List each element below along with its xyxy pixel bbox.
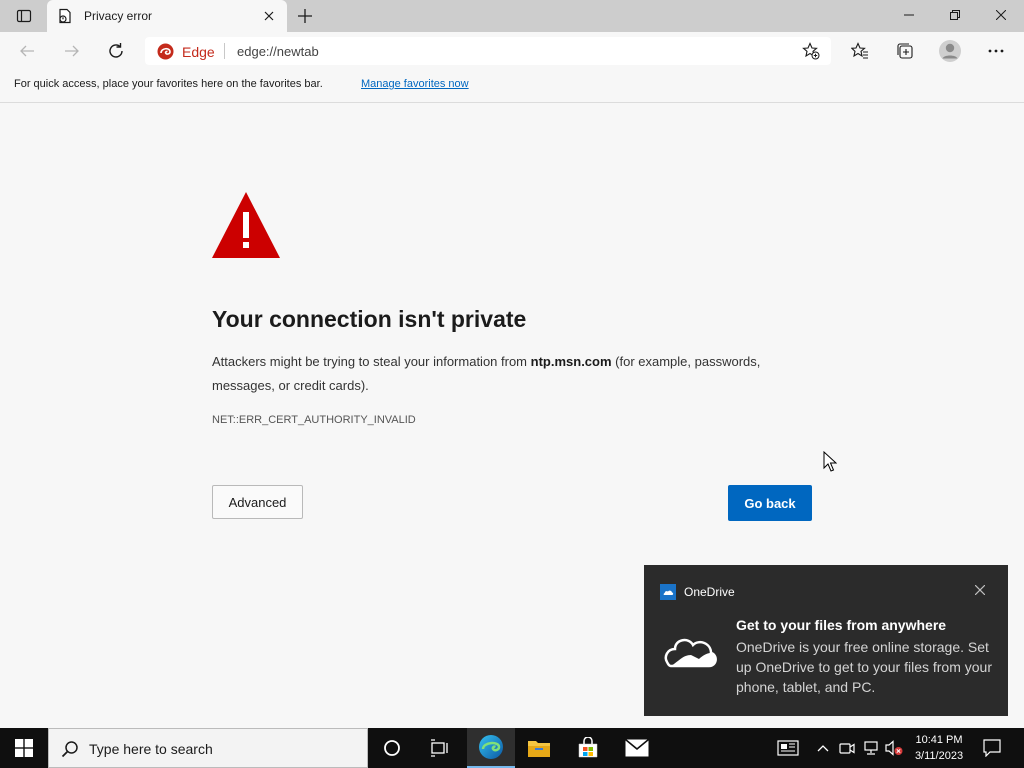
taskbar-microsoft-store[interactable] — [564, 728, 612, 768]
address-separator — [224, 43, 225, 59]
forward-button[interactable] — [58, 37, 86, 65]
tray-network[interactable] — [861, 738, 881, 758]
camera-icon — [839, 743, 855, 754]
clock-time: 10:41 PM — [915, 734, 963, 746]
action-center-button[interactable] — [980, 736, 1004, 760]
more-icon — [988, 49, 1004, 53]
onedrive-app-icon — [660, 584, 676, 600]
restore-button[interactable] — [932, 0, 978, 30]
window-close-button[interactable] — [978, 0, 1024, 30]
taskbar-search-box[interactable]: Type here to search — [48, 728, 368, 768]
taskbar-edge[interactable] — [467, 728, 515, 768]
start-button[interactable] — [0, 728, 48, 768]
new-tab-button[interactable] — [292, 4, 318, 28]
taskbar: Type here to search 10:41 PM 3/11/2023 — [0, 728, 1024, 768]
site-identity-label[interactable]: Edge — [182, 44, 215, 60]
tab-actions-button[interactable] — [8, 4, 40, 28]
chevron-up-icon — [817, 745, 829, 752]
error-description: Attackers might be trying to steal your … — [212, 350, 822, 398]
refresh-icon — [109, 43, 123, 58]
news-icon — [777, 740, 799, 756]
favorites-icon — [851, 42, 868, 59]
search-icon — [61, 741, 78, 758]
tray-news-button[interactable] — [776, 738, 800, 758]
tray-volume[interactable] — [884, 738, 904, 758]
plus-icon — [298, 9, 312, 23]
page-title: Your connection isn't private — [212, 306, 527, 332]
error-description-text: Attackers might be trying to steal your … — [212, 354, 531, 369]
search-placeholder: Type here to search — [89, 741, 213, 757]
clock-date: 3/11/2023 — [914, 750, 964, 762]
star-add-icon — [802, 42, 820, 60]
notification-body: OneDrive is your free online storage. Se… — [736, 639, 992, 695]
address-bar[interactable]: Edge edge://newtab — [145, 37, 831, 65]
minimize-icon — [904, 14, 914, 16]
browser-tab[interactable]: Privacy error — [47, 0, 287, 32]
mouse-cursor-icon — [823, 451, 837, 472]
edge-browser-icon — [479, 735, 503, 759]
add-to-favorites-button[interactable] — [801, 42, 821, 60]
tab-close-button[interactable] — [261, 8, 277, 24]
tray-meet-now[interactable] — [837, 738, 857, 758]
task-view-icon — [431, 739, 448, 757]
privacy-error-favicon-icon — [59, 8, 71, 24]
folder-icon — [528, 741, 550, 757]
mail-icon — [625, 739, 649, 757]
collections-button[interactable] — [891, 37, 919, 65]
manage-favorites-link[interactable]: Manage favorites now — [361, 78, 469, 90]
settings-more-button[interactable] — [982, 37, 1010, 65]
advanced-button[interactable]: Advanced — [212, 485, 303, 519]
warning-triangle-icon — [212, 192, 280, 258]
title-bar: Privacy error — [0, 0, 1024, 32]
cortana-icon — [384, 740, 400, 756]
show-hidden-icons-button[interactable] — [813, 738, 833, 758]
back-button[interactable] — [13, 37, 41, 65]
tab-title: Privacy error — [84, 9, 153, 23]
close-icon — [996, 10, 1006, 20]
arrow-left-icon — [20, 45, 34, 57]
avatar-icon — [939, 40, 961, 62]
arrow-right-icon — [65, 45, 79, 57]
taskbar-clock[interactable]: 10:41 PM 3/11/2023 — [906, 732, 972, 764]
restore-icon — [950, 10, 960, 20]
tab-actions-icon — [16, 9, 32, 23]
close-icon — [264, 11, 274, 21]
favorites-bar-message: For quick access, place your favorites h… — [14, 78, 323, 90]
volume-muted-icon — [885, 740, 903, 756]
navigation-toolbar: Edge edge://newtab — [0, 32, 1024, 70]
url-text[interactable]: edge://newtab — [237, 44, 319, 59]
notification-icon — [983, 739, 1001, 757]
store-bag-icon — [578, 737, 598, 758]
notification-app-name: OneDrive — [684, 585, 735, 599]
go-back-button[interactable]: Go back — [728, 485, 812, 521]
close-icon — [975, 585, 985, 595]
task-view-button[interactable] — [416, 728, 464, 768]
cloud-icon — [664, 638, 717, 668]
notification-close-button[interactable] — [972, 582, 988, 598]
error-host: ntp.msn.com — [530, 354, 612, 369]
cortana-button[interactable] — [368, 728, 416, 768]
minimize-button[interactable] — [886, 0, 932, 30]
edge-warning-icon — [157, 43, 174, 60]
taskbar-file-explorer[interactable] — [515, 728, 563, 768]
favorites-button[interactable] — [846, 37, 874, 65]
favorites-bar: For quick access, place your favorites h… — [0, 70, 1024, 103]
profile-button[interactable] — [936, 37, 964, 65]
collections-icon — [897, 43, 913, 59]
onedrive-notification[interactable]: OneDrive Get to your files from anywhere… — [644, 565, 1008, 716]
network-icon — [864, 741, 878, 755]
taskbar-mail[interactable] — [613, 728, 661, 768]
refresh-button[interactable] — [102, 37, 130, 65]
windows-logo-icon — [15, 739, 33, 757]
error-code: NET::ERR_CERT_AUTHORITY_INVALID — [212, 414, 416, 426]
notification-title: Get to your files from anywhere — [736, 617, 947, 633]
